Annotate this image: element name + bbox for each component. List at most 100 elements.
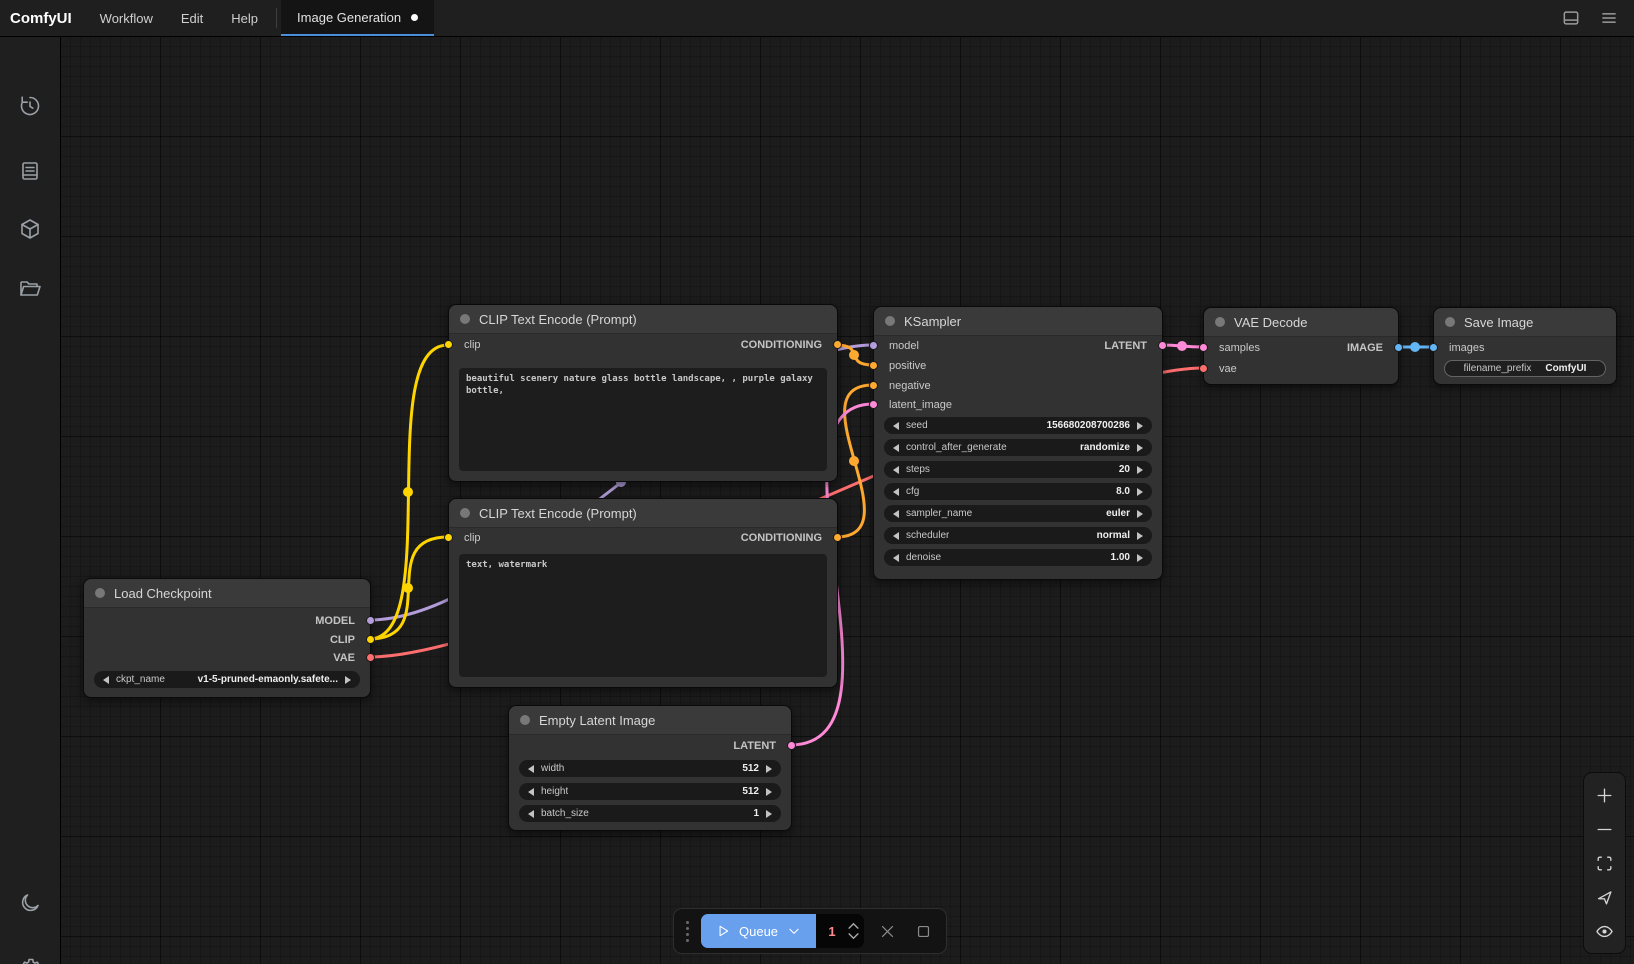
pan-mode-button[interactable] — [1588, 880, 1622, 914]
combo-left-arrow-icon[interactable] — [893, 466, 899, 474]
widget-ckpt-name[interactable]: ckpt_name v1-5-pruned-emaonly.safete... — [94, 671, 360, 688]
batch-count-input[interactable]: 1 — [816, 914, 864, 948]
toggle-link-visibility-button[interactable] — [1588, 914, 1622, 948]
hamburger-menu-icon — [1599, 8, 1619, 28]
tab-image-generation[interactable]: Image Generation — [281, 0, 434, 36]
widget-sampler-name[interactable]: sampler_name euler — [884, 505, 1152, 522]
node-title-bar[interactable]: CLIP Text Encode (Prompt) — [449, 305, 837, 334]
folder-open-icon — [18, 277, 42, 301]
cancel-run-button[interactable] — [874, 916, 900, 946]
node-title: KSampler — [904, 314, 961, 329]
combo-right-arrow-icon[interactable] — [1137, 444, 1143, 452]
menu-edit[interactable]: Edit — [167, 0, 217, 36]
output-clip: CLIP — [84, 633, 370, 647]
sidebar-item-history[interactable] — [17, 93, 43, 119]
collapse-dot-icon[interactable] — [1445, 317, 1455, 327]
widget-width[interactable]: width 512 — [519, 760, 781, 777]
node-title-bar[interactable]: CLIP Text Encode (Prompt) — [449, 499, 837, 528]
node-clip-text-encode-positive[interactable]: CLIP Text Encode (Prompt) clip CONDITION… — [448, 304, 838, 482]
node-title-bar[interactable]: VAE Decode — [1204, 308, 1398, 337]
node-ksampler[interactable]: KSampler model LATENT positive negative … — [873, 306, 1163, 580]
widget-control-after-generate[interactable]: control_after_generate randomize — [884, 439, 1152, 456]
latent-slot[interactable] — [1158, 341, 1167, 350]
combo-left-arrow-icon[interactable] — [103, 676, 109, 684]
theme-toggle-button[interactable] — [17, 890, 43, 916]
main-menu-button[interactable] — [1590, 0, 1628, 36]
widget-steps[interactable]: steps 20 — [884, 461, 1152, 478]
node-save-image[interactable]: Save Image images filename_prefix ComfyU… — [1433, 307, 1617, 385]
widget-seed[interactable]: seed 156680208700286 — [884, 417, 1152, 434]
combo-left-arrow-icon[interactable] — [528, 788, 534, 796]
image-slot[interactable] — [1429, 343, 1438, 352]
conditioning-slot[interactable] — [833, 533, 842, 542]
zoom-in-button[interactable] — [1588, 778, 1622, 812]
drag-handle-icon[interactable] — [684, 921, 691, 942]
combo-left-arrow-icon[interactable] — [528, 765, 534, 773]
collapse-dot-icon[interactable] — [1215, 317, 1225, 327]
collapse-dot-icon[interactable] — [885, 316, 895, 326]
widget-filename-prefix[interactable]: filename_prefix ComfyUI — [1444, 360, 1606, 377]
conditioning-slot[interactable] — [869, 381, 878, 390]
combo-right-arrow-icon[interactable] — [1137, 510, 1143, 518]
settings-button[interactable] — [17, 955, 43, 964]
combo-right-arrow-icon[interactable] — [766, 810, 772, 818]
widget-scheduler[interactable]: scheduler normal — [884, 527, 1152, 544]
combo-right-arrow-icon[interactable] — [1137, 488, 1143, 496]
combo-left-arrow-icon[interactable] — [893, 554, 899, 562]
graph-canvas[interactable]: Load Checkpoint MODEL CLIP VAE ckpt_name… — [60, 36, 1634, 964]
interrupt-button[interactable] — [910, 916, 936, 946]
collapse-dot-icon[interactable] — [460, 508, 470, 518]
menu-help[interactable]: Help — [217, 0, 272, 36]
combo-left-arrow-icon[interactable] — [528, 810, 534, 818]
combo-right-arrow-icon[interactable] — [766, 765, 772, 773]
conditioning-slot[interactable] — [833, 340, 842, 349]
node-clip-text-encode-negative[interactable]: CLIP Text Encode (Prompt) clip CONDITION… — [448, 498, 838, 688]
combo-right-arrow-icon[interactable] — [345, 676, 351, 684]
latent-slot[interactable] — [869, 400, 878, 409]
vae-slot[interactable] — [1199, 364, 1208, 373]
widget-height[interactable]: height 512 — [519, 783, 781, 800]
sidebar-item-node-library[interactable] — [17, 216, 43, 242]
combo-right-arrow-icon[interactable] — [1137, 466, 1143, 474]
collapse-dot-icon[interactable] — [95, 588, 105, 598]
image-slot[interactable] — [1394, 343, 1403, 352]
combo-right-arrow-icon[interactable] — [1137, 422, 1143, 430]
wire-clip-dot — [403, 487, 413, 497]
queue-button[interactable]: Queue — [701, 914, 816, 948]
latent-slot[interactable] — [787, 741, 796, 750]
node-title-bar[interactable]: Load Checkpoint — [84, 579, 370, 608]
widget-cfg[interactable]: cfg 8.0 — [884, 483, 1152, 500]
sidebar-item-queue[interactable] — [17, 158, 43, 184]
positive-prompt-textarea[interactable]: beautiful scenery nature glass bottle la… — [459, 368, 827, 471]
node-load-checkpoint[interactable]: Load Checkpoint MODEL CLIP VAE ckpt_name… — [83, 578, 371, 698]
widget-denoise[interactable]: denoise 1.00 — [884, 549, 1152, 566]
vae-slot[interactable] — [366, 653, 375, 662]
combo-right-arrow-icon[interactable] — [1137, 554, 1143, 562]
toggle-bottom-panel-button[interactable] — [1552, 0, 1590, 36]
node-title-bar[interactable]: Save Image — [1434, 308, 1616, 337]
collapse-dot-icon[interactable] — [460, 314, 470, 324]
clip-slot[interactable] — [366, 635, 375, 644]
node-empty-latent-image[interactable]: Empty Latent Image LATENT width 512 heig… — [508, 705, 792, 831]
combo-left-arrow-icon[interactable] — [893, 488, 899, 496]
combo-left-arrow-icon[interactable] — [893, 422, 899, 430]
menu-workflow[interactable]: Workflow — [86, 0, 167, 36]
negative-prompt-textarea[interactable]: text, watermark — [459, 554, 827, 677]
sidebar-item-workflows[interactable] — [17, 276, 43, 302]
combo-left-arrow-icon[interactable] — [893, 444, 899, 452]
model-slot[interactable] — [366, 616, 375, 625]
combo-left-arrow-icon[interactable] — [893, 532, 899, 540]
stepper-down-icon[interactable] — [848, 933, 859, 940]
node-title-bar[interactable]: Empty Latent Image — [509, 706, 791, 735]
conditioning-slot[interactable] — [869, 361, 878, 370]
combo-left-arrow-icon[interactable] — [893, 510, 899, 518]
stepper-up-icon[interactable] — [848, 922, 859, 929]
combo-right-arrow-icon[interactable] — [766, 788, 772, 796]
zoom-out-button[interactable] — [1588, 812, 1622, 846]
node-title-bar[interactable]: KSampler — [874, 307, 1162, 336]
fit-view-button[interactable] — [1588, 846, 1622, 880]
collapse-dot-icon[interactable] — [520, 715, 530, 725]
combo-right-arrow-icon[interactable] — [1137, 532, 1143, 540]
node-vae-decode[interactable]: VAE Decode samples IMAGE vae — [1203, 307, 1399, 385]
widget-batch-size[interactable]: batch_size 1 — [519, 805, 781, 822]
